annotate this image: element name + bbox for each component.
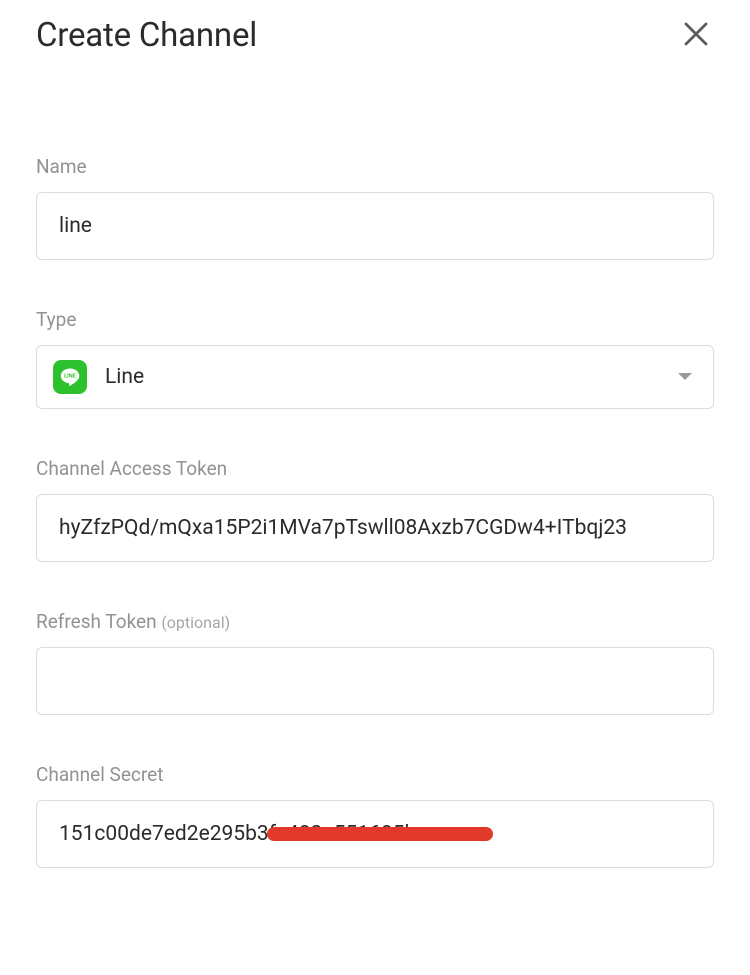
refresh-token-label: Refresh Token (optional): [36, 610, 714, 633]
type-field: Type LINE Line: [36, 308, 714, 409]
access-token-field: Channel Access Token: [36, 457, 714, 562]
type-label: Type: [36, 308, 714, 331]
svg-text:LINE: LINE: [64, 374, 76, 380]
line-app-icon: LINE: [53, 360, 87, 394]
type-select-value: Line: [105, 365, 677, 389]
channel-secret-label: Channel Secret: [36, 763, 714, 786]
refresh-token-label-text: Refresh Token: [36, 610, 157, 633]
access-token-input[interactable]: [36, 494, 714, 562]
refresh-token-optional-text: (optional): [161, 613, 230, 632]
chevron-down-icon: [677, 368, 693, 387]
dialog-header: Create Channel: [36, 16, 714, 55]
refresh-token-input[interactable]: [36, 647, 714, 715]
type-select[interactable]: LINE Line: [36, 345, 714, 409]
close-icon: [681, 19, 711, 53]
refresh-token-field: Refresh Token (optional): [36, 610, 714, 715]
name-input[interactable]: [36, 192, 714, 260]
close-button[interactable]: [678, 18, 714, 54]
channel-secret-field: Channel Secret: [36, 763, 714, 868]
channel-secret-input[interactable]: [36, 800, 714, 868]
channel-secret-input-wrap: [36, 800, 714, 868]
name-field: Name: [36, 155, 714, 260]
access-token-label: Channel Access Token: [36, 457, 714, 480]
name-label: Name: [36, 155, 714, 178]
dialog-title: Create Channel: [36, 16, 257, 55]
